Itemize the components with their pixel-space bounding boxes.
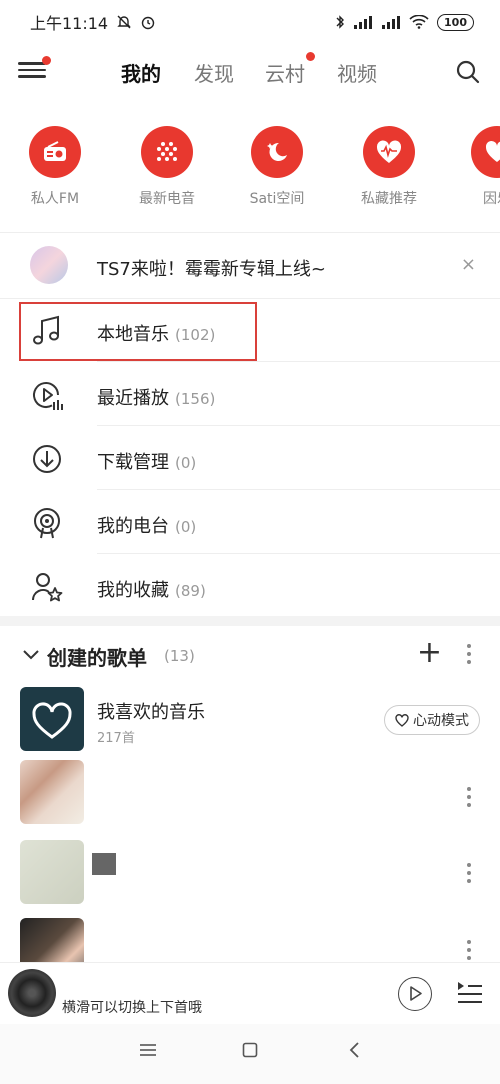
heart-mode-icon (395, 713, 409, 727)
play-icon (410, 986, 422, 1001)
wifi-icon (409, 15, 429, 29)
list-label: 本地音乐 (97, 324, 169, 345)
tab-mine[interactable]: 我的 (121, 58, 161, 87)
list-label: 下载管理 (97, 452, 169, 473)
list-label: 最近播放 (97, 388, 169, 409)
playlist-name[interactable]: 我喜欢的音乐 (97, 698, 205, 724)
quick-label: 因乐 (483, 191, 500, 207)
quick-latest-edm[interactable]: 最新电音 (122, 126, 212, 208)
mini-player[interactable]: 横滑可以切换上下首哦 (0, 962, 500, 1024)
promo-text: TS7来啦！霉霉新专辑上线~ (97, 259, 326, 280)
created-playlists-header[interactable]: 创建的歌单 (13) + (0, 636, 500, 676)
download-icon (33, 445, 61, 473)
divider (0, 232, 500, 233)
library-downloads[interactable]: 下载管理 (0) (0, 426, 500, 490)
list-label: 我的收藏 (97, 580, 169, 601)
promo-banner[interactable]: TS7来啦！霉霉新专辑上线~ × (0, 236, 500, 296)
heart-icon (32, 702, 72, 739)
heart-wave-icon (376, 140, 402, 163)
status-time: 上午11:14 (30, 14, 109, 33)
chevron-down-icon[interactable] (22, 646, 40, 664)
status-bar: 上午11:14 100 (0, 0, 500, 44)
more-icon[interactable] (466, 787, 472, 811)
tab-cloud-village[interactable]: 云村 (265, 58, 305, 87)
alarm-icon (141, 16, 155, 30)
top-nav: 我的 发现 云村 视频 (0, 44, 500, 100)
now-playing-cover[interactable] (8, 969, 56, 1017)
tab-video[interactable]: 视频 (337, 58, 377, 87)
cloud-village-badge (306, 52, 315, 61)
music-note-icon (33, 315, 59, 345)
search-icon[interactable] (454, 58, 482, 86)
playlist-track-count: 217首 (97, 731, 135, 746)
library-recent-played[interactable]: 最近播放 (156) (0, 362, 500, 426)
more-icon[interactable] (466, 863, 472, 887)
quick-label: 最新电音 (139, 191, 195, 207)
blur-block (92, 853, 116, 875)
close-icon[interactable]: × (461, 254, 476, 275)
library-local-music[interactable]: 本地音乐 (102) (0, 298, 500, 362)
list-count: (0) (175, 518, 197, 536)
recent-play-icon (33, 382, 63, 410)
list-count: (0) (175, 454, 197, 472)
list-count: (89) (175, 582, 206, 600)
mute-bell-icon (117, 15, 131, 29)
playlist-queue-icon[interactable] (456, 979, 484, 1007)
playlist-cover[interactable] (20, 840, 84, 904)
play-button[interactable] (398, 977, 432, 1011)
moon-icon (267, 142, 287, 161)
podcast-icon (34, 508, 60, 539)
library-my-collection[interactable]: 我的收藏 (89) (0, 554, 500, 618)
list-count: (156) (175, 390, 216, 408)
heart-mode-label: 心动模式 (413, 713, 469, 729)
library-my-radio[interactable]: 我的电台 (0) (0, 490, 500, 554)
quick-label: Sati空间 (249, 191, 305, 207)
home-icon[interactable] (242, 1042, 258, 1058)
list-count: (102) (175, 326, 216, 344)
menu-button[interactable] (18, 56, 51, 86)
radio-icon (44, 141, 66, 161)
favorite-user-icon (32, 573, 63, 602)
add-playlist-button[interactable]: + (417, 638, 442, 668)
quick-sati-space[interactable]: Sati空间 (232, 126, 322, 208)
quick-yinle[interactable]: 因乐 (452, 126, 500, 208)
more-icon[interactable] (466, 940, 472, 964)
more-icon[interactable] (466, 644, 472, 668)
quick-personal-fm[interactable]: 私人FM (10, 126, 100, 208)
back-icon[interactable] (348, 1042, 360, 1058)
list-label: 我的电台 (97, 516, 169, 537)
playlist-cover[interactable] (20, 687, 84, 751)
heart-mode-button[interactable]: 心动模式 (384, 705, 480, 735)
quick-label: 私人FM (30, 191, 80, 207)
bluetooth-icon (336, 15, 345, 29)
swipe-hint: 横滑可以切换上下首哦 (62, 1000, 202, 1016)
recent-apps-icon[interactable] (139, 1042, 157, 1058)
quick-private-picks[interactable]: 私藏推荐 (344, 126, 434, 208)
playlist-cover[interactable] (20, 760, 84, 824)
tab-discover[interactable]: 发现 (194, 58, 234, 87)
signal-icon (354, 16, 373, 29)
quick-label: 私藏推荐 (361, 191, 417, 207)
signal-hd-icon (382, 16, 401, 29)
playlists-count: (13) (164, 647, 195, 665)
promo-avatar (30, 246, 68, 284)
battery-indicator: 100 (437, 13, 474, 31)
dot-grid-icon (157, 142, 177, 161)
section-gap (0, 616, 500, 626)
playlists-title: 创建的歌单 (47, 646, 147, 670)
heart-icon (485, 140, 500, 162)
quick-access-row: 私人FM 最新电音 Sati空间 私藏推荐 因乐 (0, 126, 500, 216)
menu-badge (42, 56, 51, 65)
system-nav-bar (0, 1024, 500, 1084)
